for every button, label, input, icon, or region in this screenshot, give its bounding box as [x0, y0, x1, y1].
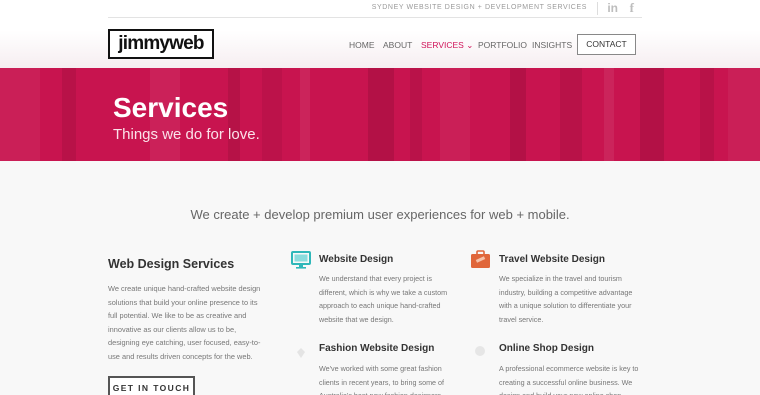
hero-stripe — [604, 68, 614, 161]
linkedin-icon[interactable]: in — [607, 1, 618, 15]
hero-stripe — [728, 68, 760, 161]
hero-stripe — [228, 68, 240, 161]
hero-stripe — [510, 68, 526, 161]
hero-stripe — [262, 68, 282, 161]
monitor-icon — [291, 251, 311, 274]
facebook-icon[interactable]: f — [630, 0, 634, 16]
hero-stripe — [368, 68, 394, 161]
online-shop-design-text: A professional ecommerce website is key … — [499, 364, 639, 395]
hero-banner: Services Things we do for love. — [0, 68, 760, 161]
travel-website-design-heading: Travel Website Design — [499, 254, 605, 265]
site-logo[interactable]: jimmyweb — [108, 29, 214, 59]
top-bar: SYDNEY WEBSITE DESIGN + DEVELOPMENT SERV… — [108, 0, 642, 18]
page-title: Services — [113, 92, 229, 123]
web-design-services-text: We create unique hand-crafted website de… — [108, 284, 261, 361]
website-design-heading: Website Design — [319, 254, 394, 265]
website-design-text: We understand that every project is diff… — [319, 274, 448, 324]
contact-button[interactable]: CONTACT — [577, 34, 636, 55]
travel-website-design-text: We specialize in the travel and tourism … — [499, 274, 633, 324]
get-in-touch-button[interactable]: GET IN TOUCH — [108, 376, 195, 395]
nav-services[interactable]: SERVICES ⌄ — [421, 40, 473, 51]
social-divider — [597, 2, 598, 15]
hero-stripe — [640, 68, 664, 161]
fashion-website-design-text: We've worked with some great fashion cli… — [319, 364, 445, 395]
nav-about[interactable]: ABOUT — [383, 40, 412, 50]
nav-insights[interactable]: INSIGHTS — [532, 40, 572, 50]
hero-stripe — [0, 68, 40, 161]
intro-text: We create + develop premium user experie… — [190, 207, 570, 222]
site-header: SYDNEY WEBSITE DESIGN + DEVELOPMENT SERV… — [0, 0, 760, 68]
hero-stripe — [560, 68, 582, 161]
nav-portfolio[interactable]: PORTFOLIO — [478, 40, 527, 50]
header-tagline: SYDNEY WEBSITE DESIGN + DEVELOPMENT SERV… — [371, 4, 587, 11]
online-shop-design-heading: Online Shop Design — [499, 343, 595, 354]
fashion-website-design-heading: Fashion Website Design — [319, 343, 435, 354]
nav-home[interactable]: HOME — [349, 40, 375, 50]
page-subtitle: Things we do for love. — [113, 126, 260, 143]
hero-stripe — [62, 68, 76, 161]
hero-stripe — [300, 68, 310, 161]
fashion-icon — [296, 346, 306, 364]
suitcase-icon — [470, 250, 491, 274]
hero-stripe — [440, 68, 470, 161]
hero-stripe — [410, 68, 422, 161]
hero-stripe — [700, 68, 714, 161]
shop-icon — [474, 344, 486, 362]
web-design-services-heading: Web Design Services — [108, 257, 235, 271]
